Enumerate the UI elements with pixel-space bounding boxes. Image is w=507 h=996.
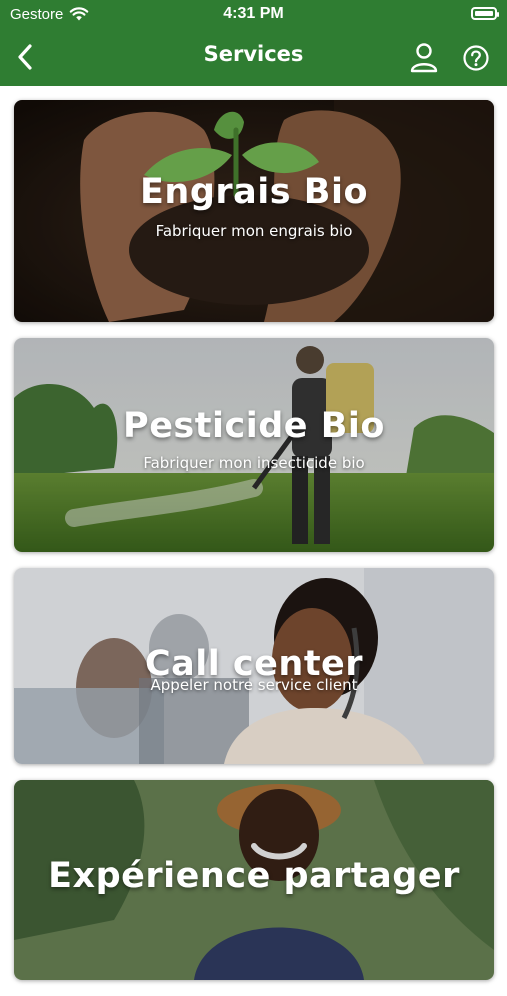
service-title: Pesticide Bio [123,406,385,446]
service-subtitle: Fabriquer mon engrais bio [155,222,353,240]
help-button[interactable] [458,40,494,76]
service-title: Engrais Bio [140,172,368,212]
status-bar: Gestore 4:31 PM [0,0,507,28]
service-card-call-center[interactable]: Call center Appeler notre service client [14,568,494,764]
service-card-pesticide-bio[interactable]: Pesticide Bio Fabriquer mon insecticide … [14,338,494,552]
services-list: Engrais Bio Fabriquer mon engrais bio Pe… [14,100,494,996]
service-subtitle: Appeler notre service client [150,676,358,694]
service-card-experience-partager[interactable]: Expérience partager [14,780,494,980]
service-subtitle: Fabriquer mon insecticide bio [143,454,365,472]
status-time: 4:31 PM [223,5,284,22]
service-title: Expérience partager [48,856,460,896]
help-icon [463,45,489,71]
battery-icon [471,7,499,20]
profile-button[interactable] [406,40,442,76]
user-icon [410,43,438,73]
service-card-engrais-bio[interactable]: Engrais Bio Fabriquer mon engrais bio [14,100,494,322]
header-bar: Services [0,28,507,86]
